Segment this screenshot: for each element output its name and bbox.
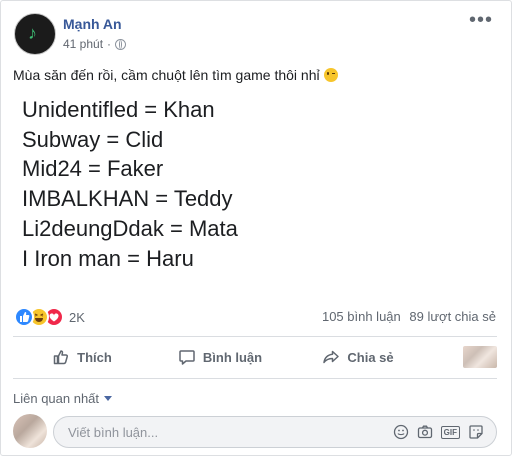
reaction-summary[interactable]: 2K	[14, 307, 85, 327]
post-as-selector[interactable]	[427, 339, 497, 375]
comment-tools: GIF	[393, 424, 484, 440]
gif-icon[interactable]: GIF	[440, 425, 460, 439]
body-line: Li2deungDdak = Mata	[22, 215, 238, 241]
like-reaction-icon	[14, 307, 34, 327]
wink-emoji-icon	[323, 68, 338, 82]
body-line: Unidentifled = Khan	[22, 97, 215, 122]
engagement-stats: 105 bình luận 89 lượt chia sẻ	[322, 309, 496, 324]
like-button[interactable]: Thích	[13, 339, 151, 375]
caption-text: Mùa săn đến rồi, cầm chuột lên tìm game …	[13, 67, 320, 83]
comment-button[interactable]: Bình luận	[151, 339, 289, 375]
divider	[13, 336, 497, 337]
music-note-icon: ♪	[28, 23, 37, 43]
post-meta: 41 phút ·	[63, 37, 127, 51]
thumbs-up-icon	[53, 350, 69, 365]
share-label: Chia sẻ	[347, 349, 394, 365]
post-time[interactable]: 41 phút	[63, 37, 103, 51]
comment-label: Bình luận	[202, 349, 263, 365]
share-arrow-icon	[323, 350, 340, 364]
shares-count-link[interactable]: 89 lượt chia sẻ	[409, 309, 496, 324]
ellipsis-icon[interactable]: •••	[469, 9, 493, 32]
post-caption: Mùa săn đến rồi, cầm chuột lên tìm game …	[13, 67, 338, 83]
page-avatar	[463, 346, 497, 368]
chevron-down-icon	[104, 396, 113, 401]
divider	[13, 378, 497, 379]
author-name[interactable]: Mạnh An	[63, 16, 122, 32]
globe-icon[interactable]	[115, 38, 127, 50]
post-body-list: Unidentifled = Khan Subway = Clid Mid24 …	[22, 95, 238, 273]
body-line: Subway = Clid	[22, 126, 164, 152]
comment-box[interactable]: GIF	[53, 416, 497, 448]
reaction-count: 2K	[69, 309, 85, 325]
camera-icon[interactable]	[417, 424, 433, 440]
body-line: Mid24 = Faker	[22, 156, 164, 182]
share-button[interactable]: Chia sẻ	[289, 339, 427, 375]
sticker-icon[interactable]	[468, 424, 484, 440]
comment-icon	[179, 350, 195, 365]
post-card: ♪ Mạnh An 41 phút · ••• Mùa săn đến rồi,…	[0, 0, 512, 456]
body-line: IMBALKHAN = Teddy	[22, 186, 233, 212]
current-user-avatar	[13, 414, 47, 448]
comment-sort-dropdown[interactable]: Liên quan nhất	[13, 391, 113, 406]
like-label: Thích	[77, 349, 112, 365]
comment-sort-label: Liên quan nhất	[13, 391, 100, 406]
comments-count-link[interactable]: 105 bình luận	[322, 309, 401, 324]
emoji-icon[interactable]	[393, 424, 409, 440]
author-avatar[interactable]: ♪	[14, 13, 56, 55]
comment-input[interactable]	[66, 423, 393, 441]
body-line: I Iron man = Haru	[22, 245, 194, 271]
action-bar: Thích Bình luận Chia sẻ	[13, 339, 497, 375]
